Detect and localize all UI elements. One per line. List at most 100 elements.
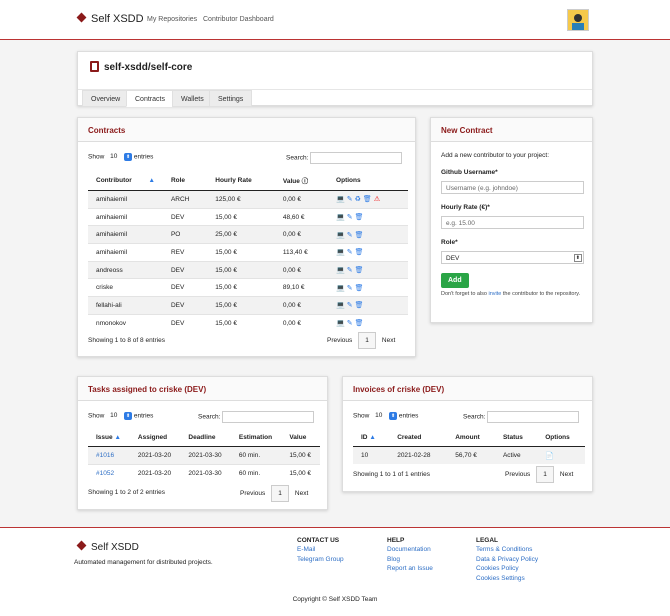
col-id[interactable]: ID ▲: [353, 429, 390, 447]
edit-icon[interactable]: ✎: [347, 301, 353, 309]
show-label: Show: [88, 153, 105, 161]
view-icon[interactable]: 💻: [336, 195, 345, 203]
entries-label: entries: [133, 153, 154, 161]
view-icon[interactable]: 💻: [336, 319, 345, 327]
issue-link[interactable]: #1016: [88, 446, 130, 465]
sort-asc-icon: ▲: [148, 176, 155, 184]
report-issue-link[interactable]: Report an Issue: [387, 565, 433, 572]
status-cell: Active: [494, 446, 538, 465]
edit-icon[interactable]: ✎: [347, 231, 353, 239]
entries-select[interactable]: 10 ⬍: [371, 411, 398, 421]
col-contributor[interactable]: Contributor ▲: [88, 170, 163, 191]
trash-icon[interactable]: 🗑: [355, 231, 364, 239]
cookies-policy-link[interactable]: Cookies Policy: [476, 565, 519, 572]
issue-link[interactable]: #1052: [88, 463, 130, 482]
page-1-button[interactable]: 1: [271, 485, 289, 502]
restore-icon[interactable]: ♻: [355, 195, 361, 203]
github-username-input[interactable]: Username (e.g. johndoe): [441, 181, 584, 194]
trash-icon[interactable]: 🗑: [355, 284, 364, 292]
col-value[interactable]: Value: [281, 429, 320, 447]
entries-select[interactable]: 10 ⬍: [106, 411, 133, 421]
next-button[interactable]: Next: [295, 490, 308, 497]
edit-icon[interactable]: ✎: [347, 284, 353, 292]
col-assigned[interactable]: Assigned: [129, 429, 181, 447]
telegram-link[interactable]: Telegram Group: [297, 556, 344, 563]
col-created[interactable]: Created: [389, 429, 448, 447]
col-options: Options: [328, 170, 408, 191]
add-button[interactable]: Add: [441, 273, 469, 288]
edit-icon[interactable]: ✎: [347, 319, 353, 327]
search-input[interactable]: [222, 411, 315, 423]
next-button[interactable]: Next: [560, 471, 573, 478]
avatar[interactable]: [567, 9, 589, 31]
tab-contracts[interactable]: Contracts: [126, 90, 174, 107]
view-icon[interactable]: 💻: [336, 266, 345, 274]
invoices-title: Invoices of criske (DEV): [343, 377, 592, 401]
footer-brand[interactable]: Self XSDD: [76, 540, 139, 553]
role-cell: PO: [162, 225, 208, 244]
view-icon[interactable]: 💻: [336, 301, 345, 309]
hourly-rate-input[interactable]: e.g. 15.00: [441, 216, 584, 229]
col-status[interactable]: Status: [494, 429, 538, 447]
page-1-button[interactable]: 1: [536, 466, 554, 483]
edit-icon[interactable]: ✎: [347, 195, 353, 203]
nav-contributor-dashboard[interactable]: Contributor Dashboard: [203, 16, 274, 23]
tab-overview[interactable]: Overview: [82, 90, 130, 107]
blog-link[interactable]: Blog: [387, 556, 400, 563]
trash-icon[interactable]: 🗑: [363, 195, 372, 203]
col-deadline[interactable]: Deadline: [180, 429, 231, 447]
value-cell: 0,00 €: [274, 190, 329, 209]
warning-icon[interactable]: ⚠: [374, 195, 380, 203]
edit-icon[interactable]: ✎: [347, 213, 353, 221]
role-select[interactable]: DEV ⬍: [441, 251, 584, 264]
terms-link[interactable]: Terms & Conditions: [476, 546, 532, 553]
search-input[interactable]: [487, 411, 580, 423]
table-row: nmonokov DEV 15,00 €0,00 € 💻 ✎ 🗑: [88, 313, 408, 332]
trash-icon[interactable]: 🗑: [355, 301, 364, 309]
nav-my-repositories[interactable]: My Repositories: [147, 16, 197, 23]
trash-icon[interactable]: 🗑: [355, 319, 364, 327]
contributor-cell: amihaiemil: [88, 207, 163, 226]
tasks-panel: Tasks assigned to criske (DEV) Show 10 ⬍ …: [77, 376, 328, 510]
view-icon[interactable]: 💻: [336, 284, 345, 292]
email-link[interactable]: E-Mail: [297, 546, 315, 553]
pagination: Previous 1 Next: [505, 466, 573, 483]
invite-link[interactable]: invite: [489, 291, 502, 297]
options-cell: 💻 ✎ 🗑: [328, 207, 408, 226]
brand[interactable]: Self XSDD: [76, 12, 144, 25]
tab-settings[interactable]: Settings: [209, 90, 253, 107]
edit-icon[interactable]: ✎: [347, 266, 353, 274]
trash-icon[interactable]: 🗑: [355, 248, 364, 256]
col-role[interactable]: Role: [162, 170, 208, 191]
col-issue[interactable]: Issue ▲: [88, 429, 130, 447]
prev-button[interactable]: Previous: [327, 337, 352, 344]
trash-icon[interactable]: 🗑: [355, 213, 364, 221]
trash-icon[interactable]: 🗑: [355, 266, 364, 274]
next-button[interactable]: Next: [382, 337, 395, 344]
search-input[interactable]: [310, 152, 403, 164]
page-1-button[interactable]: 1: [358, 332, 376, 349]
entries-select[interactable]: 10 ⬍: [106, 152, 133, 162]
col-hourly-rate[interactable]: Hourly Rate: [207, 170, 275, 191]
documentation-link[interactable]: Documentation: [387, 546, 431, 553]
tab-wallets[interactable]: Wallets: [172, 90, 213, 107]
col-amount[interactable]: Amount: [447, 429, 495, 447]
prev-button[interactable]: Previous: [505, 471, 530, 478]
edit-icon[interactable]: ✎: [347, 248, 353, 256]
chevron-down-icon: ⬍: [389, 412, 398, 420]
view-icon[interactable]: 💻: [336, 248, 345, 256]
value-cell: 89,10 €: [274, 278, 329, 297]
privacy-link[interactable]: Data & Privacy Policy: [476, 556, 538, 563]
col-value[interactable]: Value ⓘ: [274, 170, 329, 191]
col-estimation[interactable]: Estimation: [230, 429, 282, 447]
view-icon[interactable]: 💻: [336, 231, 345, 239]
role-cell: DEV: [162, 313, 208, 332]
prev-button[interactable]: Previous: [240, 490, 265, 497]
cookies-settings-link[interactable]: Cookies Settings: [476, 575, 525, 582]
contact-heading: CONTACT US: [297, 537, 340, 544]
assigned-cell: 2021-03-20: [129, 446, 181, 465]
pdf-icon[interactable]: 📄: [545, 452, 554, 460]
view-icon[interactable]: 💻: [336, 213, 345, 221]
contracts-table: Contributor ▲ Role Hourly Rate Value ⓘ O…: [88, 170, 408, 332]
footer: Self XSDD Automated management for distr…: [0, 527, 670, 616]
